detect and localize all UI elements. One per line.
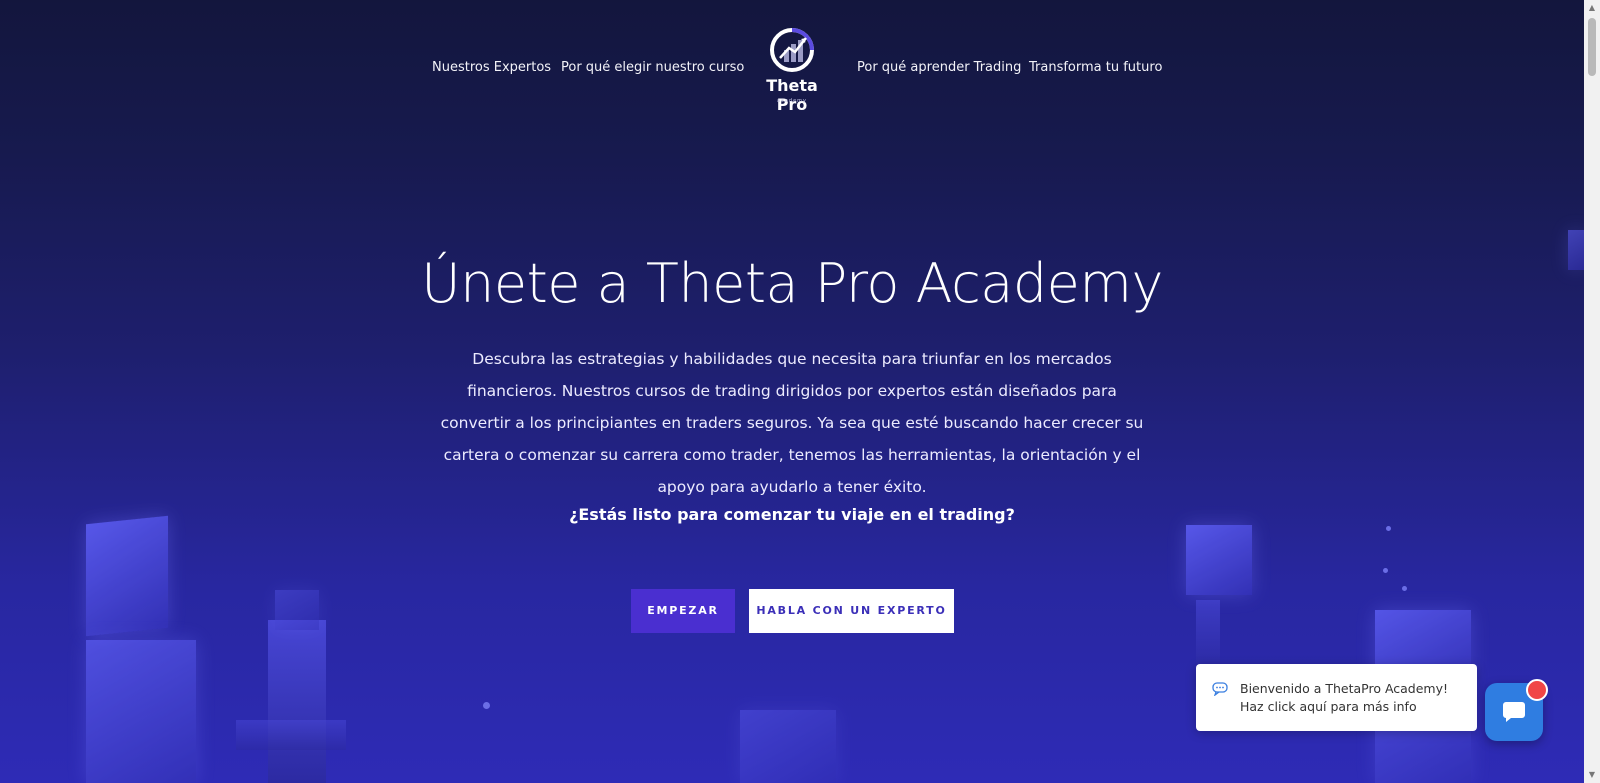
chat-welcome-bubble[interactable]: Bienvenido a ThetaPro Academy! Haz click… [1196, 664, 1477, 731]
page-scrollbar[interactable]: ▲ ▼ [1584, 0, 1600, 783]
habla-con-experto-button[interactable]: HABLA CON UN EXPERTO [749, 589, 954, 633]
scroll-up-arrow-icon[interactable]: ▲ [1584, 0, 1600, 16]
logo-subtitle: academy [777, 98, 807, 104]
hero-cta-question: ¿Estás listo para comenzar tu viaje en e… [569, 505, 1015, 524]
chat-bubble-icon [1212, 682, 1228, 696]
nav-link-nuestros-expertos[interactable]: Nuestros Expertos [432, 60, 551, 75]
hero-description: Descubra las estrategias y habilidades q… [440, 350, 1144, 496]
nav-link-por-que-aprender[interactable]: Por qué aprender Trading [857, 60, 1021, 75]
chat-launcher-icon [1503, 702, 1525, 722]
scroll-thumb[interactable] [1588, 18, 1596, 76]
empezar-button[interactable]: EMPEZAR [631, 589, 735, 633]
logo-chart-icon [770, 28, 814, 72]
nav-link-transforma[interactable]: Transforma tu futuro [1029, 60, 1162, 75]
hero-title: Únete a Theta Pro Academy [421, 252, 1163, 315]
logo-title: Theta Pro [766, 76, 818, 114]
top-navigation: Nuestros Expertos Por qué elegir nuestro… [0, 0, 1584, 140]
chat-notification-badge [1526, 679, 1548, 701]
nav-link-por-que-elegir[interactable]: Por qué elegir nuestro curso [561, 60, 744, 75]
logo[interactable]: Theta Pro academy [750, 26, 834, 114]
chat-welcome-message: Bienvenido a ThetaPro Academy! Haz click… [1240, 681, 1449, 714]
scroll-down-arrow-icon[interactable]: ▼ [1584, 767, 1600, 783]
